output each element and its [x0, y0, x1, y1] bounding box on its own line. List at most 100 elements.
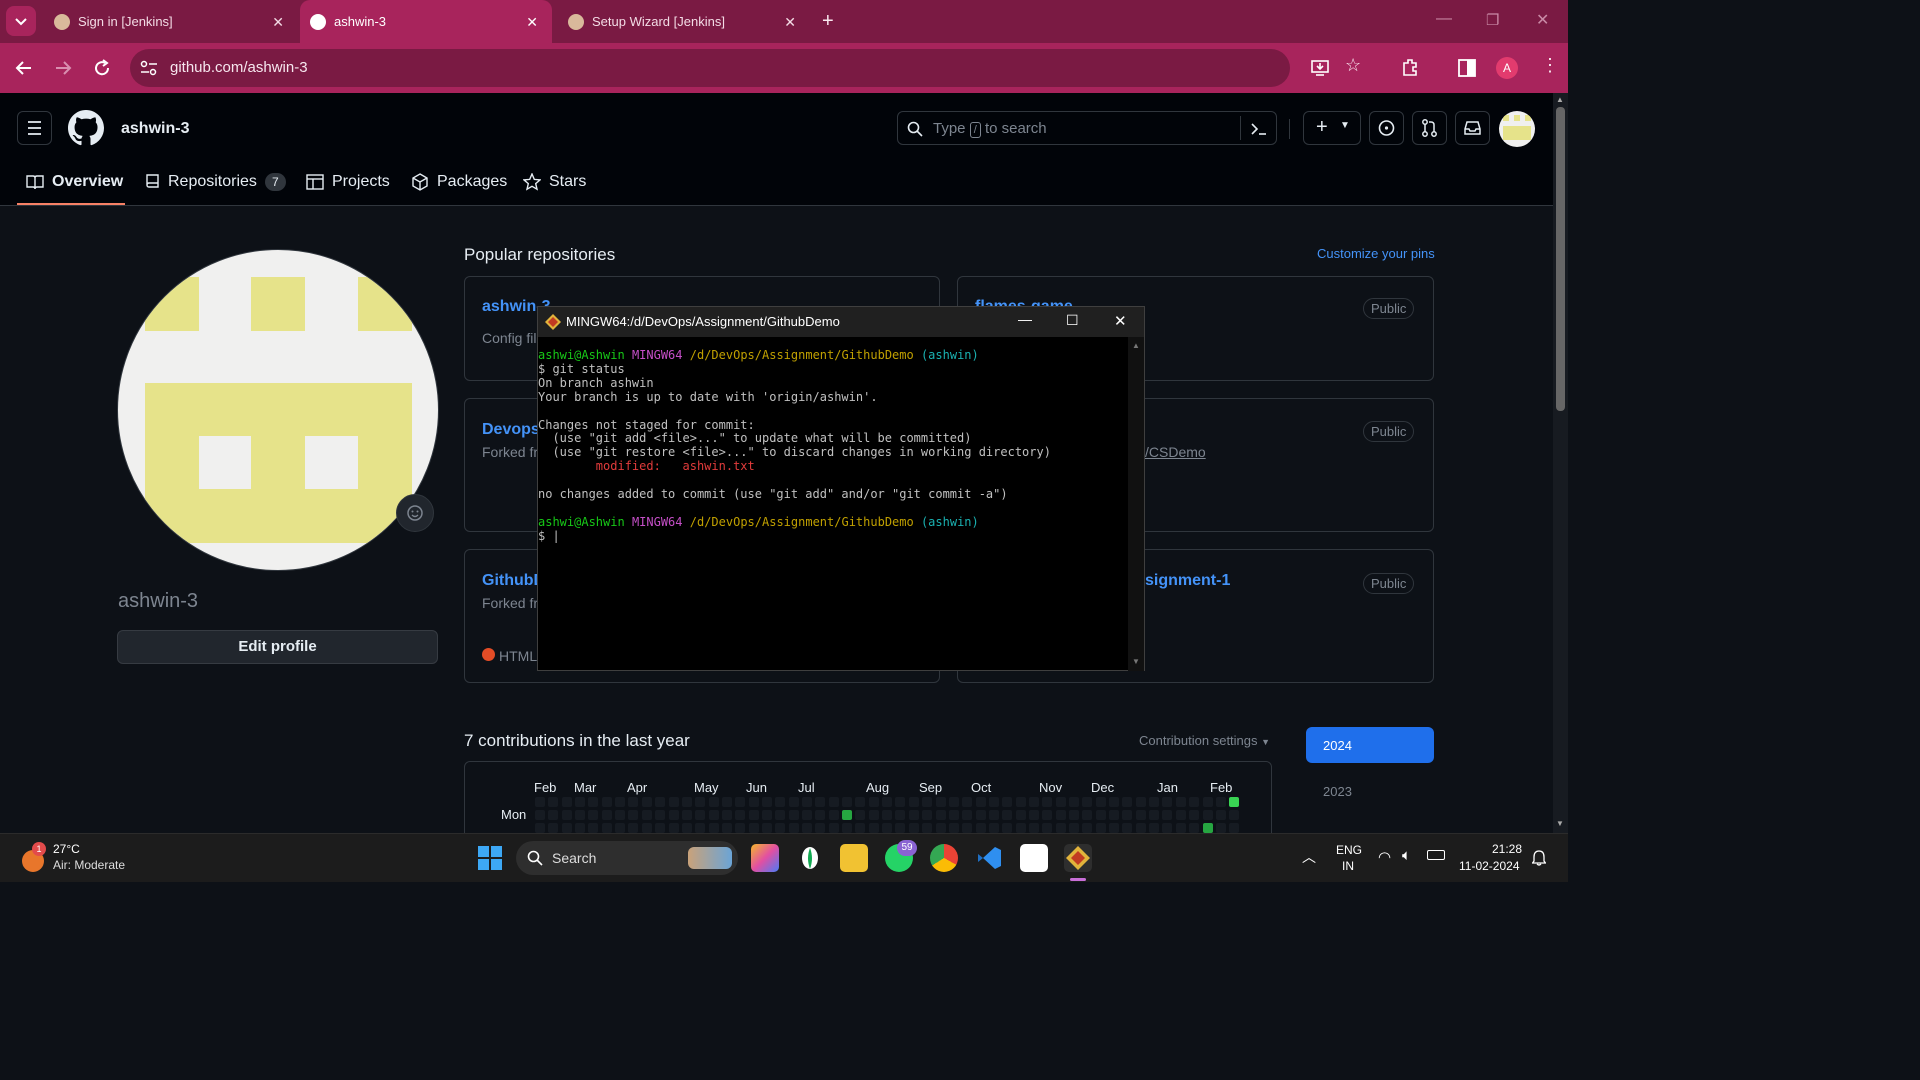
contribution-day-cell[interactable] — [681, 810, 692, 820]
contribution-day-cell[interactable] — [1015, 810, 1026, 820]
contribution-day-cell[interactable] — [842, 810, 853, 820]
repo-link[interactable]: Devops — [482, 421, 540, 439]
contribution-day-cell[interactable] — [588, 810, 599, 820]
contribution-day-cell[interactable] — [828, 823, 839, 833]
contribution-day-cell[interactable] — [922, 823, 933, 833]
contribution-day-cell[interactable] — [761, 797, 772, 807]
contribution-day-cell[interactable] — [1082, 810, 1093, 820]
input-language[interactable]: ENG — [1336, 843, 1362, 857]
clock-time[interactable]: 21:28 — [1492, 842, 1522, 856]
minimize-window-icon[interactable]: — — [1436, 10, 1452, 28]
terminal-maximize-icon[interactable]: ☐ — [1066, 312, 1079, 329]
git-bash-taskbar-icon[interactable] — [1064, 844, 1092, 872]
scroll-down-arrow-icon[interactable]: ▼ — [1132, 657, 1140, 666]
contribution-day-cell[interactable] — [535, 823, 545, 833]
clock-date[interactable]: 11-02-2024 — [1459, 859, 1520, 873]
repo-link[interactable]: GithubD — [482, 572, 545, 590]
contribution-day-cell[interactable] — [842, 823, 853, 833]
contribution-day-cell[interactable] — [695, 823, 706, 833]
scroll-up-arrow-icon[interactable]: ▲ — [1132, 341, 1140, 350]
contribution-day-cell[interactable] — [1028, 823, 1039, 833]
contribution-day-cell[interactable] — [1028, 810, 1039, 820]
contribution-day-cell[interactable] — [815, 810, 826, 820]
pull-requests-button[interactable] — [1412, 111, 1447, 145]
contribution-day-cell[interactable] — [1122, 797, 1133, 807]
close-tab-icon[interactable]: ✕ — [526, 14, 538, 31]
reload-icon[interactable] — [92, 58, 112, 78]
inbox-button[interactable] — [1455, 111, 1490, 145]
contribution-day-cell[interactable] — [601, 810, 612, 820]
tab-overview[interactable]: Overview — [26, 171, 123, 193]
contribution-day-cell[interactable] — [535, 797, 545, 807]
contribution-day-cell[interactable] — [1229, 823, 1240, 833]
edit-profile-button[interactable]: Edit profile — [117, 630, 438, 664]
contribution-day-cell[interactable] — [1042, 823, 1053, 833]
contribution-day-cell[interactable] — [962, 823, 973, 833]
notification-bell-icon[interactable] — [1532, 850, 1546, 866]
contribution-day-cell[interactable] — [1175, 797, 1186, 807]
contribution-day-cell[interactable] — [908, 810, 919, 820]
contribution-day-cell[interactable] — [895, 823, 906, 833]
contribution-day-cell[interactable] — [1189, 810, 1200, 820]
contribution-day-cell[interactable] — [668, 810, 679, 820]
contribution-day-cell[interactable] — [1042, 797, 1053, 807]
contribution-day-cell[interactable] — [788, 823, 799, 833]
contribution-day-cell[interactable] — [655, 823, 666, 833]
contribution-day-cell[interactable] — [802, 810, 812, 820]
new-tab-plus-icon[interactable]: + — [822, 10, 834, 33]
contribution-day-cell[interactable] — [855, 797, 866, 807]
contribution-day-cell[interactable] — [548, 797, 559, 807]
contribution-day-cell[interactable] — [1215, 810, 1226, 820]
close-tab-icon[interactable]: ✕ — [784, 14, 796, 31]
contribution-settings-dropdown[interactable]: Contribution settings ▼ — [1139, 733, 1270, 748]
contribution-day-cell[interactable] — [1122, 810, 1133, 820]
contribution-day-cell[interactable] — [695, 797, 706, 807]
contribution-day-cell[interactable] — [721, 823, 732, 833]
copilot-app-icon[interactable] — [751, 844, 779, 872]
contribution-day-cell[interactable] — [1149, 823, 1160, 833]
contribution-day-cell[interactable] — [1069, 810, 1079, 820]
contribution-day-cell[interactable] — [748, 823, 759, 833]
contribution-day-cell[interactable] — [802, 797, 812, 807]
contribution-day-cell[interactable] — [962, 797, 973, 807]
browser-tab-jenkins-setup[interactable]: Setup Wizard [Jenkins] ✕ — [560, 0, 810, 43]
contribution-day-cell[interactable] — [1189, 797, 1200, 807]
contribution-day-cell[interactable] — [1122, 823, 1133, 833]
contribution-day-cell[interactable] — [668, 823, 679, 833]
contribution-day-cell[interactable] — [1202, 797, 1213, 807]
forward-arrow-icon[interactable] — [53, 58, 73, 78]
address-bar[interactable]: github.com/ashwin-3 ☆ — [130, 49, 1361, 87]
contribution-day-cell[interactable] — [641, 797, 652, 807]
contribution-day-cell[interactable] — [828, 797, 839, 807]
contribution-day-cell[interactable] — [788, 797, 799, 807]
contribution-day-cell[interactable] — [1082, 797, 1093, 807]
contribution-day-cell[interactable] — [615, 810, 626, 820]
contribution-day-cell[interactable] — [922, 797, 933, 807]
contribution-day-cell[interactable] — [1015, 823, 1026, 833]
contribution-day-cell[interactable] — [708, 823, 719, 833]
issues-button[interactable] — [1369, 111, 1404, 145]
weather-widget[interactable]: 1 27°C Air: Moderate — [18, 840, 138, 878]
contribution-day-cell[interactable] — [601, 823, 612, 833]
contribution-day-cell[interactable] — [655, 797, 666, 807]
terminal-output[interactable]: ashwi@Ashwin MINGW64 /d/DevOps/Assignmen… — [538, 348, 1128, 544]
contribution-day-cell[interactable] — [975, 810, 986, 820]
contribution-day-cell[interactable] — [1229, 797, 1240, 807]
contribution-day-cell[interactable] — [988, 797, 999, 807]
restore-window-icon[interactable]: ❐ — [1486, 11, 1499, 29]
file-explorer-icon[interactable] — [840, 844, 868, 872]
contribution-day-cell[interactable] — [868, 823, 879, 833]
contribution-day-cell[interactable] — [908, 823, 919, 833]
github-logo-icon[interactable] — [68, 110, 104, 146]
contribution-day-cell[interactable] — [868, 810, 879, 820]
site-info-icon[interactable] — [140, 60, 158, 76]
contribution-day-cell[interactable] — [935, 823, 946, 833]
contribution-day-cell[interactable] — [588, 823, 599, 833]
contribution-day-cell[interactable] — [561, 797, 572, 807]
contribution-day-cell[interactable] — [601, 797, 612, 807]
contribution-day-cell[interactable] — [535, 810, 545, 820]
close-tab-icon[interactable]: ✕ — [272, 14, 284, 31]
contribution-day-cell[interactable] — [1202, 810, 1213, 820]
scrollbar-thumb[interactable] — [1556, 107, 1565, 411]
hamburger-menu-button[interactable] — [17, 111, 52, 145]
